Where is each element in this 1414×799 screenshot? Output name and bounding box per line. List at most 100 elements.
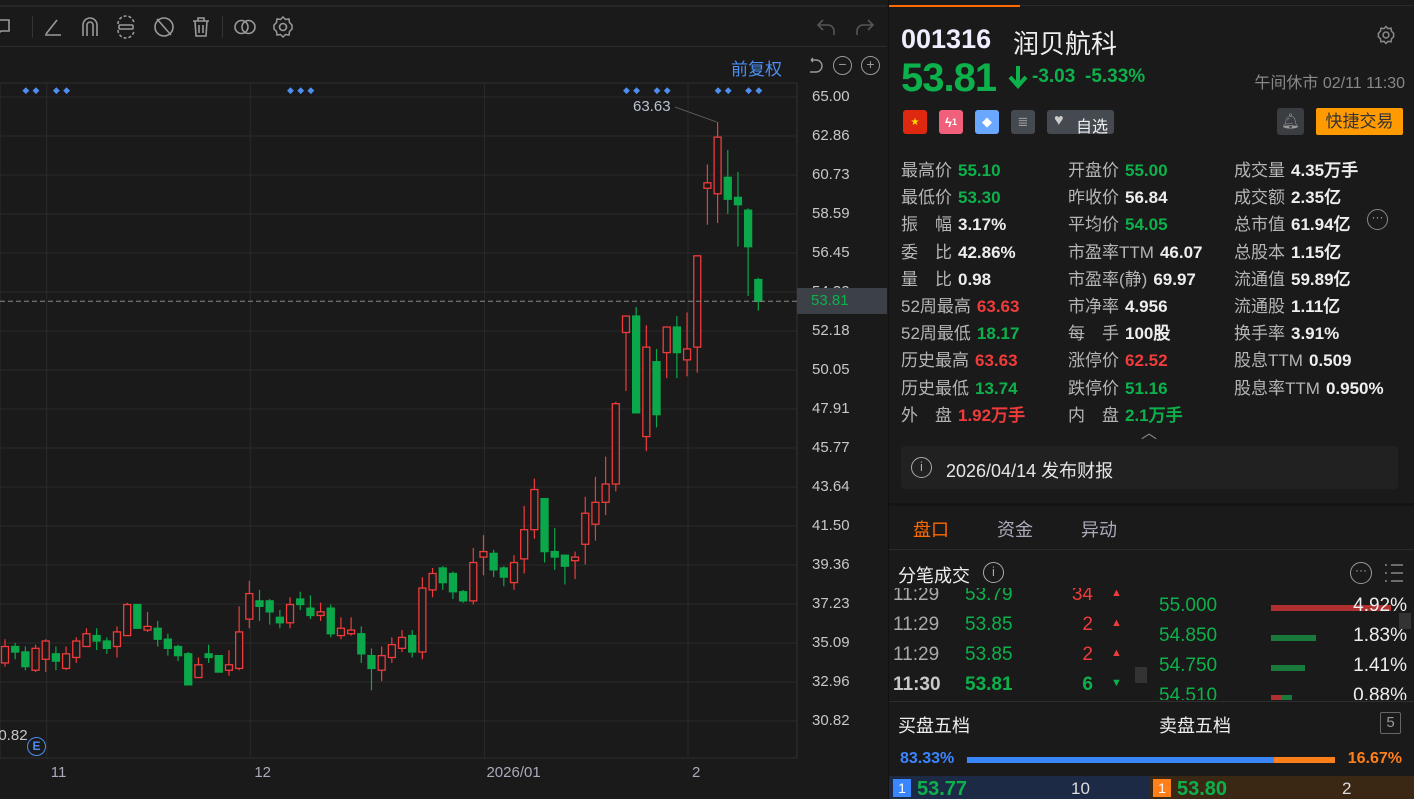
event-marker-icon[interactable]: ◆ xyxy=(654,85,661,96)
candle[interactable] xyxy=(499,566,508,587)
event-marker-icon[interactable]: ◆ xyxy=(623,85,630,96)
collapse-chevron-icon[interactable]: ︿ xyxy=(1141,419,1157,443)
candle[interactable] xyxy=(713,122,722,223)
bid-level-row[interactable]: 1 53.77 10 xyxy=(889,776,1149,799)
candle[interactable] xyxy=(632,306,641,414)
candle[interactable] xyxy=(621,315,631,391)
candle[interactable] xyxy=(723,149,732,214)
note-icon[interactable]: ≣ xyxy=(1011,110,1035,134)
event-marker-icon[interactable]: ◆ xyxy=(725,85,732,96)
candle[interactable] xyxy=(346,617,356,636)
candle[interactable] xyxy=(123,602,132,637)
event-marker-icon[interactable]: ◆ xyxy=(33,85,40,96)
lightning-badge-icon[interactable]: ϟ1 xyxy=(939,110,963,134)
candle[interactable] xyxy=(265,599,274,625)
event-marker-icon[interactable]: ◆ xyxy=(633,85,640,96)
event-marker-icon[interactable]: ◆ xyxy=(664,85,671,96)
candle[interactable] xyxy=(469,547,478,605)
candle[interactable] xyxy=(743,208,753,296)
candle[interactable] xyxy=(306,595,315,620)
candle[interactable] xyxy=(143,611,152,632)
more-stats-icon[interactable]: ··· xyxy=(1367,209,1388,230)
candle[interactable] xyxy=(194,657,203,679)
candle[interactable] xyxy=(448,571,458,600)
candle[interactable] xyxy=(102,637,111,654)
price-distribution-list[interactable]: 55.000 4.92% 54.850 1.83% 54.750 1.41% 54.510 0… xyxy=(1151,588,1414,700)
candle[interactable] xyxy=(418,577,427,660)
candle[interactable] xyxy=(672,316,682,379)
candle[interactable] xyxy=(377,646,386,682)
candle[interactable] xyxy=(234,606,244,671)
depth-levels-button[interactable]: 5 xyxy=(1380,712,1401,734)
candle[interactable] xyxy=(550,527,559,570)
candle[interactable] xyxy=(214,654,223,673)
candle[interactable] xyxy=(51,646,61,671)
candle[interactable] xyxy=(489,549,498,578)
candle[interactable] xyxy=(530,478,539,539)
candle[interactable] xyxy=(336,617,346,640)
candle[interactable] xyxy=(82,628,91,648)
candle[interactable] xyxy=(163,633,173,656)
candle[interactable] xyxy=(540,497,549,563)
candle[interactable] xyxy=(438,566,447,590)
settings-icon[interactable] xyxy=(1375,24,1397,46)
candle[interactable] xyxy=(367,648,376,691)
candle[interactable] xyxy=(458,589,468,603)
candle[interactable] xyxy=(133,603,142,629)
candle[interactable] xyxy=(642,325,651,452)
info-icon[interactable]: i xyxy=(983,562,1004,583)
candle[interactable] xyxy=(509,555,519,590)
candle[interactable] xyxy=(72,637,81,663)
tag-icon[interactable]: ◆ xyxy=(975,110,999,134)
event-marker-icon[interactable]: ◆ xyxy=(22,85,29,96)
candle[interactable] xyxy=(184,651,193,686)
candle[interactable] xyxy=(316,602,325,621)
event-marker-icon[interactable]: ◆ xyxy=(287,85,294,96)
candle[interactable] xyxy=(224,650,234,676)
alert-bell-icon[interactable]: 🔔︎ xyxy=(1277,108,1304,135)
candle[interactable] xyxy=(387,637,396,663)
event-marker-icon[interactable]: ◆ xyxy=(745,85,752,96)
candle[interactable] xyxy=(408,630,417,658)
candle[interactable] xyxy=(428,568,437,598)
distribution-scrollbar[interactable] xyxy=(1399,613,1411,629)
ask-level-row[interactable]: 1 53.80 2 xyxy=(1149,776,1414,799)
watchlist-button[interactable]: ♥ 自选 xyxy=(1047,110,1114,136)
tab-alerts[interactable]: 异动 xyxy=(1081,516,1117,542)
candle[interactable] xyxy=(754,277,763,311)
candle[interactable] xyxy=(31,644,40,673)
candle[interactable] xyxy=(285,597,295,629)
event-marker-icon[interactable]: ◆ xyxy=(297,85,304,96)
tab-funds[interactable]: 资金 xyxy=(997,516,1033,542)
candle[interactable] xyxy=(520,505,529,574)
event-marker-icon[interactable]: ◆ xyxy=(63,85,70,96)
candle[interactable] xyxy=(204,644,213,663)
tick-list[interactable]: 11:29 53.79 34 ▲ 11:29 53.85 2 ▲ 11:29 53.85 2 ▲ 11:… xyxy=(889,588,1149,700)
more-options-icon[interactable]: ··· xyxy=(1350,562,1372,584)
candle[interactable] xyxy=(245,580,254,629)
candle[interactable] xyxy=(61,646,71,671)
event-marker-icon[interactable]: ◆ xyxy=(307,85,314,96)
candle[interactable] xyxy=(703,164,712,225)
candle[interactable] xyxy=(326,604,335,638)
event-marker-icon[interactable]: ◆ xyxy=(715,85,722,96)
candle[interactable] xyxy=(397,630,407,652)
candle[interactable] xyxy=(693,255,702,373)
quick-trade-button[interactable]: 快捷交易 xyxy=(1316,108,1403,135)
candle[interactable] xyxy=(611,401,620,492)
candle[interactable] xyxy=(41,639,50,673)
earnings-notice[interactable]: i 2026/04/14 发布财报 xyxy=(901,446,1398,489)
candle[interactable] xyxy=(11,642,20,660)
candle[interactable] xyxy=(601,456,610,516)
candle[interactable] xyxy=(173,644,183,662)
candle[interactable] xyxy=(296,591,305,611)
candle[interactable] xyxy=(652,348,661,428)
candlestick-chart[interactable] xyxy=(0,0,887,799)
event-marker-icon[interactable]: ◆ xyxy=(755,85,762,96)
candle[interactable] xyxy=(581,496,590,565)
tick-scrollbar[interactable] xyxy=(1135,667,1147,683)
candle[interactable] xyxy=(21,646,30,671)
candle[interactable] xyxy=(682,312,692,377)
candle[interactable] xyxy=(560,554,570,585)
candle[interactable] xyxy=(92,628,101,651)
